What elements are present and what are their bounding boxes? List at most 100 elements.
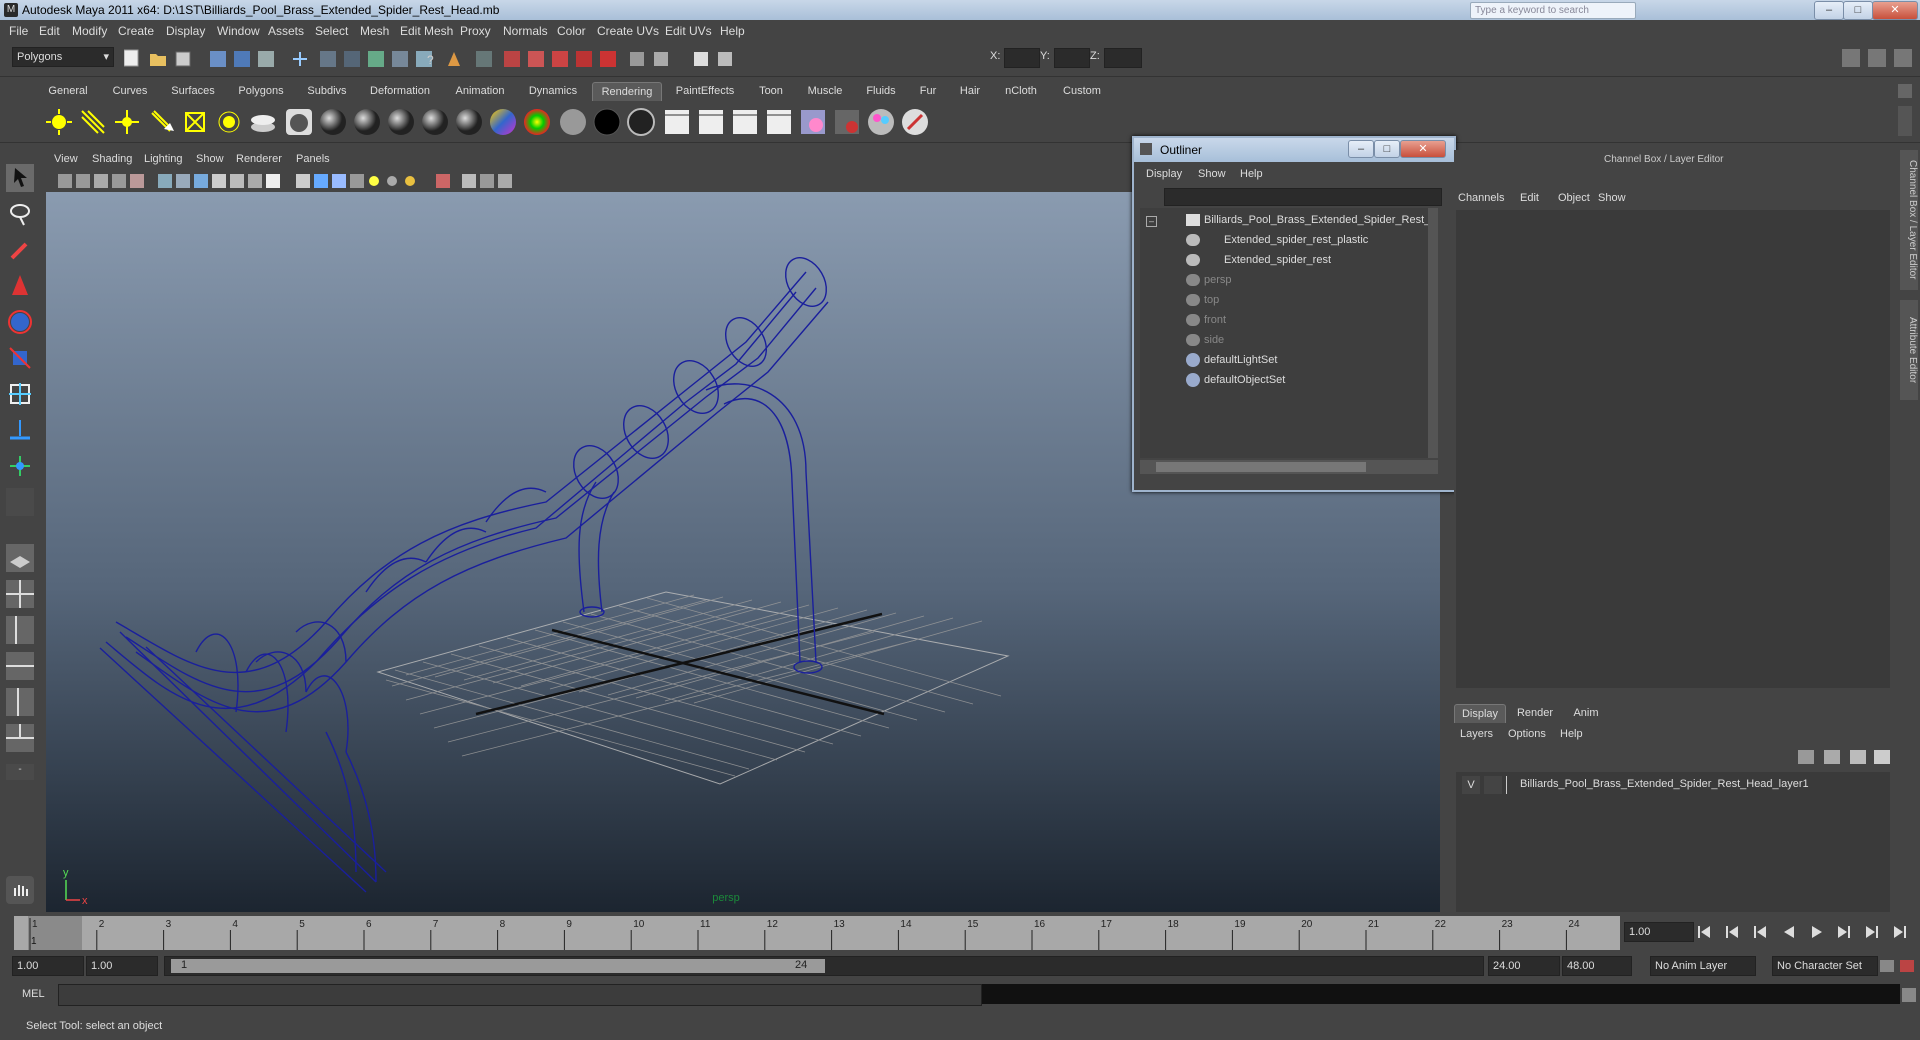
character-set-dropdown[interactable]: No Character Set [1772, 956, 1878, 976]
tab-hair[interactable]: Hair [952, 82, 988, 100]
ambient-light-icon[interactable] [44, 107, 74, 137]
menu-file[interactable]: File [9, 24, 28, 38]
auto-key-icon[interactable] [1880, 960, 1894, 972]
tab-curves[interactable]: Curves [104, 82, 156, 100]
tab-animation[interactable]: Animation [446, 82, 514, 100]
shelf-menu-icon[interactable] [1898, 84, 1912, 98]
shelf-scroll-arrows[interactable] [1898, 106, 1912, 136]
outliner-maximize-button[interactable]: □ [1374, 140, 1400, 158]
move-layer-down-icon[interactable] [1824, 750, 1840, 764]
step-back-frame-icon[interactable] [1754, 926, 1766, 938]
hypershade-persp-layout-icon[interactable] [6, 688, 34, 716]
current-time-field[interactable]: 1.00 [1624, 922, 1694, 942]
new-layer-from-selected-icon[interactable] [1874, 750, 1890, 764]
show-manipulator-tool-icon[interactable] [6, 452, 34, 480]
outliner-item-group[interactable]: – Billiards_Pool_Brass_Extended_Spider_R… [1140, 210, 1430, 230]
surface-shader-icon[interactable] [558, 107, 588, 137]
anim-layer-dropdown[interactable]: No Anim Layer [1650, 956, 1756, 976]
time-slider[interactable]: 1 1 2 3 4 5 6 7 8 9 10 11 12 13 14 15 16 17 18 19 20 21 22 23 24 [14, 916, 1620, 950]
display-layer-row[interactable]: V Billiards_Pool_Brass_Extended_Spider_R… [1460, 776, 1888, 794]
tool-settings-toggle-icon[interactable] [1894, 49, 1912, 67]
tab-ncloth[interactable]: nCloth [996, 82, 1046, 100]
menu-modify[interactable]: Modify [72, 24, 107, 38]
tab-subdivs[interactable]: Subdivs [300, 82, 354, 100]
paint-effects-brush-icon[interactable] [900, 107, 930, 137]
command-language-label[interactable]: MEL [22, 988, 45, 1000]
point-light-icon[interactable] [112, 107, 142, 137]
step-forward-frame-icon[interactable] [1838, 926, 1850, 938]
menu-normals[interactable]: Normals [503, 24, 548, 38]
lambert-shader-icon[interactable] [318, 107, 348, 137]
layered-shader-icon[interactable] [522, 107, 552, 137]
render-settings-icon[interactable] [730, 107, 760, 137]
texture-editor-icon[interactable] [866, 107, 896, 137]
panel-menu-renderer[interactable]: Renderer [236, 153, 282, 165]
tab-render-layers[interactable]: Render [1510, 704, 1560, 722]
tab-dynamics[interactable]: Dynamics [522, 82, 584, 100]
animation-preferences-icon[interactable] [1900, 960, 1914, 972]
maximize-button[interactable]: □ [1843, 1, 1873, 20]
persp-outliner-layout-icon[interactable] [6, 616, 34, 644]
outliner-item-set[interactable]: defaultLightSet [1140, 350, 1430, 370]
menu-display[interactable]: Display [166, 24, 205, 38]
step-back-key-icon[interactable] [1726, 926, 1738, 938]
phonge-shader-icon[interactable] [420, 107, 450, 137]
outliner-item-set[interactable]: defaultObjectSet [1140, 370, 1430, 390]
tab-muscle[interactable]: Muscle [800, 82, 850, 100]
menu-proxy[interactable]: Proxy [460, 24, 491, 38]
collapse-toggle-icon[interactable]: – [1146, 216, 1157, 227]
outliner-vertical-scrollbar[interactable] [1428, 208, 1438, 458]
area-light-icon[interactable] [180, 107, 210, 137]
menu-color[interactable]: Color [557, 24, 586, 38]
tab-custom[interactable]: Custom [1054, 82, 1110, 100]
x-coord-field[interactable] [1004, 48, 1040, 68]
shading-map-icon[interactable] [626, 107, 656, 137]
range-slider-track[interactable]: 1 24 [164, 956, 1484, 976]
panel-menu-lighting[interactable]: Lighting [144, 153, 183, 165]
minimize-button[interactable]: – [1814, 1, 1844, 20]
tab-deformation[interactable]: Deformation [362, 82, 438, 100]
render-diagnostics-icon[interactable] [832, 107, 862, 137]
outliner-item-mesh[interactable]: Extended_spider_rest_plastic [1140, 230, 1430, 250]
persp-graph-outliner-layout-icon[interactable] [6, 724, 34, 752]
playback-end-field[interactable]: 24.00 [1488, 956, 1560, 976]
layer-menu-layers[interactable]: Layers [1460, 728, 1493, 740]
panel-menu-panels[interactable]: Panels [296, 153, 330, 165]
tab-surfaces[interactable]: Surfaces [164, 82, 222, 100]
menu-select[interactable]: Select [315, 24, 348, 38]
use-background-shader-icon[interactable] [592, 107, 622, 137]
menu-assets[interactable]: Assets [268, 24, 304, 38]
y-coord-field[interactable] [1054, 48, 1090, 68]
spot-light-icon[interactable] [146, 107, 176, 137]
play-backwards-icon[interactable] [1784, 926, 1794, 938]
channel-menu-channels[interactable]: Channels [1458, 192, 1504, 204]
layout-options-dash[interactable]: - [6, 764, 34, 780]
menu-mesh[interactable]: Mesh [360, 24, 389, 38]
panel-menu-show[interactable]: Show [196, 153, 224, 165]
tab-rendering[interactable]: Rendering [592, 82, 662, 101]
menu-help[interactable]: Help [720, 24, 745, 38]
paint-select-tool-icon[interactable] [6, 236, 34, 264]
tab-toon[interactable]: Toon [750, 82, 792, 100]
menu-edit-uvs[interactable]: Edit UVs [665, 24, 712, 38]
hypershade-icon[interactable] [798, 107, 828, 137]
menu-edit[interactable]: Edit [39, 24, 60, 38]
outliner-title-bar[interactable]: Outliner – □ ✕ [1134, 138, 1454, 162]
phong-shader-icon[interactable] [386, 107, 416, 137]
command-input[interactable] [58, 984, 982, 1006]
outliner-item-camera[interactable]: top [1140, 290, 1430, 310]
single-perspective-view-icon[interactable] [6, 544, 34, 572]
universal-manipulator-icon[interactable] [6, 380, 34, 408]
layer-display-type-toggle[interactable] [1484, 776, 1502, 794]
channel-menu-show[interactable]: Show [1598, 192, 1626, 204]
tab-fluids[interactable]: Fluids [858, 82, 904, 100]
menu-edit-mesh[interactable]: Edit Mesh [400, 24, 453, 38]
menu-set-dropdown[interactable]: Polygons ▾ [12, 47, 114, 67]
layer-menu-options[interactable]: Options [1508, 728, 1546, 740]
lasso-tool-icon[interactable] [6, 200, 34, 228]
menu-create[interactable]: Create [118, 24, 154, 38]
attribute-editor-toggle-icon[interactable] [1868, 49, 1886, 67]
soft-modification-tool-icon[interactable] [6, 416, 34, 444]
channel-menu-edit[interactable]: Edit [1520, 192, 1539, 204]
outliner-close-button[interactable]: ✕ [1400, 140, 1446, 158]
